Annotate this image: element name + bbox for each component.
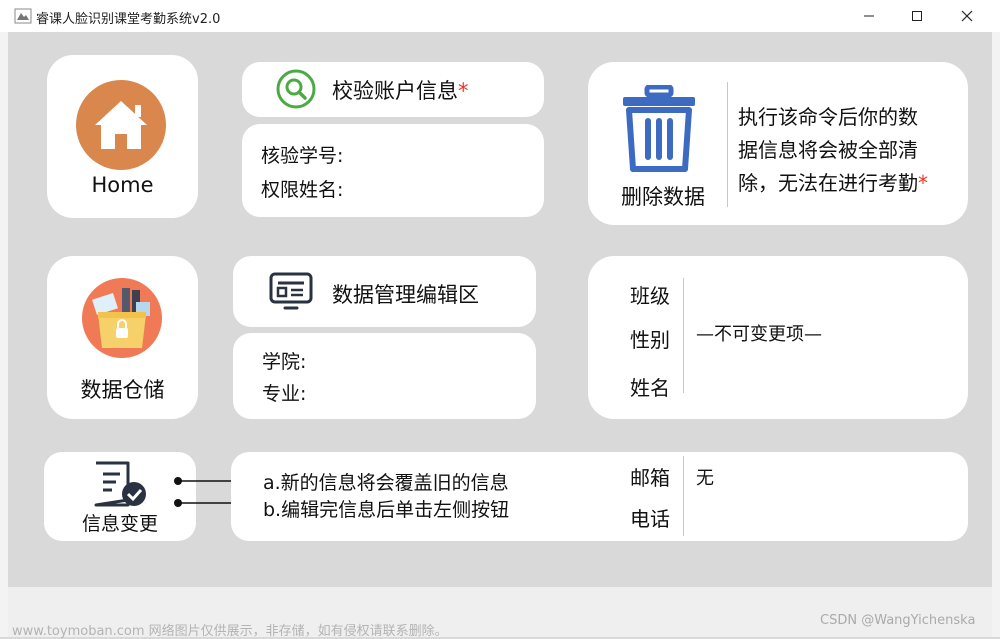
data-warehouse-label: 数据仓储 — [80, 378, 165, 402]
title-bar: 睿课人脸识别课堂考勤系统v2.0 — [0, 0, 1000, 32]
verify-id-label: 核验学号: — [261, 145, 344, 167]
trash-icon — [623, 85, 695, 172]
data-warehouse-button[interactable]: 数据仓储 — [47, 256, 198, 419]
notes-contact-panel: a.新的信息将会覆盖旧的信息 b.编辑完信息后单击左侧按钮 邮箱 电话 无 — [231, 452, 968, 541]
minimize-icon — [864, 15, 874, 17]
email-value: 无 — [696, 468, 714, 489]
search-icon — [276, 69, 316, 109]
verify-name-label: 权限姓名: — [261, 179, 344, 201]
delete-data-panel: 删除数据 执行该命令后你的数 据信息将会被全部清 除，无法在进行考勤* — [588, 62, 968, 225]
close-button[interactable] — [944, 0, 990, 32]
delete-warning-text: 除，无法在进行考勤 — [738, 171, 918, 195]
dashboard-icon — [269, 272, 313, 310]
contact-divider — [683, 456, 684, 536]
class-label: 班级 — [630, 284, 670, 308]
home-icon — [76, 80, 166, 170]
right-edge — [992, 32, 1000, 637]
home-button[interactable]: Home — [47, 55, 198, 218]
immutable-note: —不可变更项— — [696, 324, 822, 345]
verify-account-header: 校验账户信息* — [242, 62, 544, 117]
delete-data-button[interactable]: 删除数据 — [588, 62, 728, 225]
info-change-label: 信息变更 — [81, 513, 158, 535]
delete-divider — [727, 82, 728, 207]
close-icon — [961, 10, 973, 22]
edit-zone-header: 数据管理编辑区 — [233, 256, 536, 327]
phone-label: 电话 — [630, 507, 670, 531]
email-label: 邮箱 — [630, 466, 670, 490]
watermark-left: www.toymoban.com 网络图片仅供展示，非存储，如有侵权请联系删除。 — [12, 624, 448, 639]
delete-data-label: 删除数据 — [621, 185, 705, 209]
required-mark: * — [918, 171, 928, 195]
gender-label: 性别 — [630, 328, 670, 352]
college-major-panel: 学院: 专业: — [233, 333, 536, 419]
delete-warning-line-last: 除，无法在进行考勤* — [738, 167, 928, 200]
delete-warning-line: 据信息将会被全部清 — [738, 138, 918, 162]
verify-title: 校验账户信息* — [332, 75, 469, 105]
delete-warning: 执行该命令后你的数 据信息将会被全部清 除，无法在进行考勤* — [738, 101, 928, 200]
maximize-icon — [912, 11, 922, 21]
edit-zone-title: 数据管理编辑区 — [332, 283, 479, 307]
home-label: Home — [91, 173, 154, 197]
fixed-info-divider — [683, 278, 684, 393]
verify-title-text: 校验账户信息 — [332, 79, 458, 103]
college-label: 学院: — [262, 351, 307, 373]
warehouse-icon — [82, 278, 162, 358]
fixed-info-panel: 班级 性别 姓名 —不可变更项— — [588, 256, 968, 419]
maximize-button[interactable] — [894, 0, 940, 32]
watermark-right: CSDN @WangYichenska — [820, 613, 976, 628]
note-b: b.编辑完信息后单击左侧按钮 — [263, 499, 510, 521]
window-title: 睿课人脸识别课堂考勤系统v2.0 — [36, 12, 221, 27]
minimize-button[interactable] — [846, 0, 892, 32]
app-icon — [14, 8, 32, 24]
note-a: a.新的信息将会覆盖旧的信息 — [263, 472, 509, 494]
left-edge — [0, 32, 8, 637]
verify-info-panel: 核验学号: 权限姓名: — [242, 124, 544, 217]
required-mark: * — [458, 79, 469, 103]
document-check-icon — [94, 461, 146, 507]
delete-warning-line: 执行该命令后你的数 — [738, 105, 918, 129]
name-label: 姓名 — [630, 376, 670, 400]
major-label: 专业: — [262, 383, 307, 405]
